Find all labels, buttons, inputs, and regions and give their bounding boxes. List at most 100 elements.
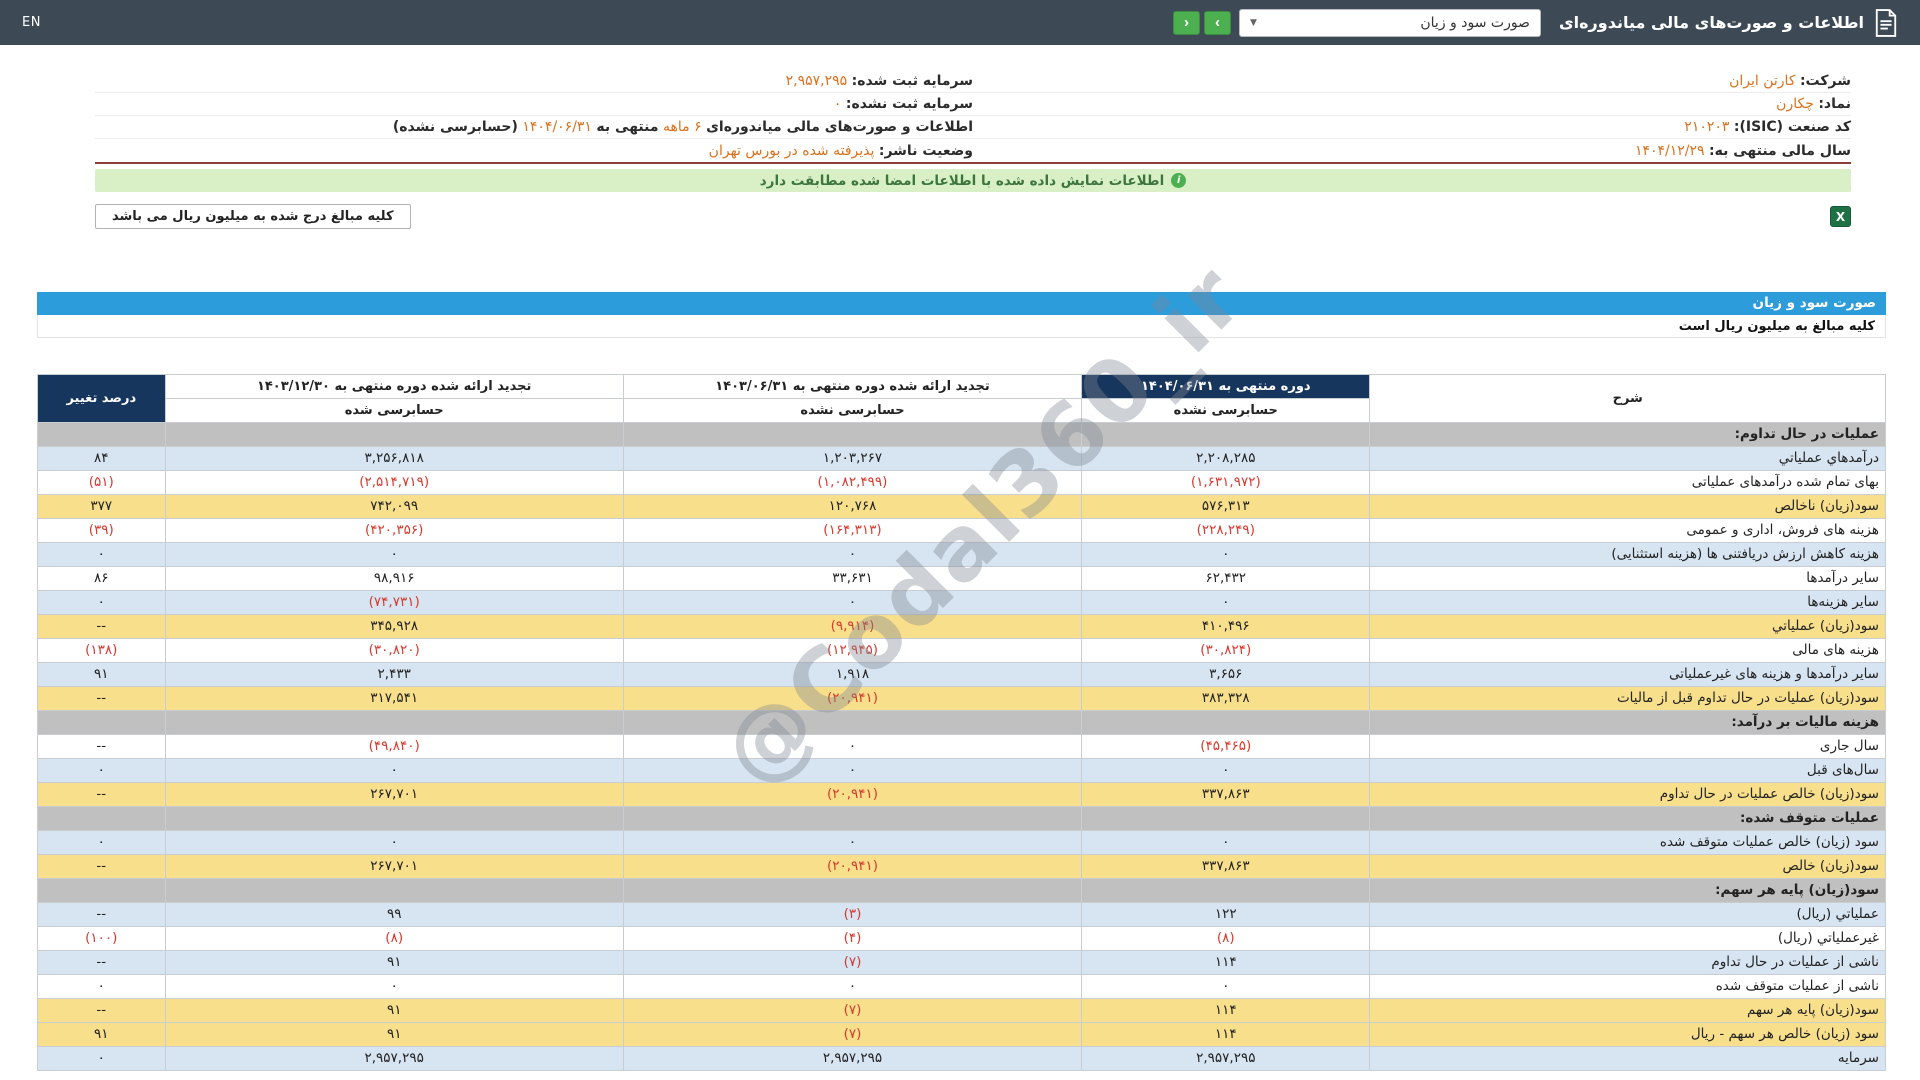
- cell-prev-mid: ۱,۹۱۸: [622, 662, 1083, 687]
- cell-prev-year: ۰: [164, 542, 624, 567]
- cell-current: ۱۱۴: [1081, 998, 1371, 1023]
- cell-prev-mid: (۲۰,۹۴۱): [622, 686, 1083, 711]
- field-value: پذیرفته شده در بورس تهران: [708, 142, 875, 159]
- cell-current: ۰: [1081, 830, 1371, 855]
- field-label: وضعیت ناشر:: [878, 142, 973, 159]
- cell-current: ۱۲۲: [1081, 902, 1371, 927]
- period-date: ۱۴۰۴/۰۶/۳۱: [522, 119, 592, 135]
- row-label: هزینه های فروش، اداری و عمومی: [1369, 518, 1886, 543]
- cell-prev-mid: ۰: [622, 734, 1083, 759]
- row-label: غیرعملیاتي (ریال): [1369, 926, 1886, 951]
- row-label: ناشی از عملیات در حال تداوم: [1369, 950, 1886, 975]
- period-length: ۶ ماهه: [662, 119, 702, 135]
- cell-current: ۰: [1081, 758, 1371, 783]
- section-row: عملیات در حال تداوم:: [37, 422, 1886, 447]
- nav-back-button[interactable]: ‹: [1172, 10, 1200, 35]
- table-row: سود(زیان) پایه هر سهم ۱۱۴ (۷) ۹۱ --: [37, 998, 1886, 1023]
- nav-forward-button[interactable]: ›: [1203, 10, 1231, 35]
- table-row: سال جاری (۴۵,۴۶۵) ۰ (۴۹,۸۴۰) --: [37, 734, 1886, 759]
- cell-change-percent: ۰: [37, 974, 166, 999]
- row-label: سایر درآمدها: [1369, 566, 1886, 591]
- symbol-link[interactable]: چکارن: [1776, 96, 1814, 112]
- language-toggle[interactable]: EN: [22, 15, 41, 30]
- report-type-selected-value: صورت سود و زیان: [1420, 14, 1530, 31]
- cell-prev-mid: (۱۲,۹۴۵): [622, 638, 1083, 663]
- table-header: شرح دوره منتهی به ۱۴۰۴/۰۶/۳۱ تجدید ارائه…: [37, 374, 1886, 423]
- statement-unit-note: کلیه مبالغ به میلیون ریال است: [37, 315, 1886, 338]
- table-row: سود(زیان) خالص ۳۳۷,۸۶۳ (۲۰,۹۴۱) ۲۶۷,۷۰۱ --: [37, 854, 1886, 879]
- cell-prev-mid: ۱,۲۰۳,۲۶۷: [622, 446, 1083, 471]
- col-subheader-prev-year-audit: حسابرسی شده: [164, 398, 624, 423]
- col-subheader-prev-mid-audit: حسابرسی نشده: [622, 398, 1083, 423]
- section-empty-cell: [622, 710, 1083, 735]
- header-row-1: شرح دوره منتهی به ۱۴۰۴/۰۶/۳۱ تجدید ارائه…: [37, 374, 1886, 423]
- section-empty-cell: [164, 710, 624, 735]
- table-row: ناشی از عملیات متوقف شده ۰ ۰ ۰ ۰: [37, 974, 1886, 999]
- excel-export-icon[interactable]: X: [1830, 206, 1851, 227]
- field-label: شرکت:: [1799, 73, 1851, 89]
- info-cell-fiscal-year: سال مالی منتهی به: ۱۴۰۴/۱۲/۲۹: [973, 143, 1851, 159]
- table-row: ناشی از عملیات در حال تداوم ۱۱۴ (۷) ۹۱ --: [37, 950, 1886, 975]
- cell-prev-mid: ۰: [622, 758, 1083, 783]
- section-label: سود(زیان) پایه هر سهم:: [1369, 878, 1886, 903]
- section-empty-cell: [622, 878, 1083, 903]
- cell-prev-year: ۹۸,۹۱۶: [164, 566, 624, 591]
- report-nav-buttons: › ‹: [1172, 10, 1231, 35]
- cell-prev-mid: (۷): [622, 998, 1083, 1023]
- table-row: سود(زیان) ناخالص ۵۷۶,۳۱۳ ۱۲۰,۷۶۸ ۷۴۲,۰۹۹ ۳۷۷: [37, 494, 1886, 519]
- cell-prev-mid: (۴): [622, 926, 1083, 951]
- chevron-down-icon: ▼: [1249, 17, 1257, 28]
- field-label: سال مالی منتهی به:: [1709, 142, 1851, 159]
- cell-change-percent: (۱۳۸): [37, 638, 166, 663]
- info-cell-symbol: نماد: چکارن: [973, 96, 1851, 112]
- top-bar: اطلاعات و صورت‌های مالی میاندوره‌ای صورت…: [0, 0, 1920, 45]
- cell-prev-year: ۰: [164, 974, 624, 999]
- cell-change-percent: --: [37, 998, 166, 1023]
- cell-prev-mid: ۰: [622, 830, 1083, 855]
- statement-table-container: @Codal360_ir شرح دوره منتهی به ۱۴۰۴/۰۶/۳…: [37, 245, 1886, 1071]
- cell-change-percent: --: [37, 950, 166, 975]
- table-row: عملیاتي (ریال) ۱۲۲ (۳) ۹۹ --: [37, 902, 1886, 927]
- field-value: ۲۱۰۲۰۳: [1684, 119, 1730, 135]
- cell-prev-mid: (۲۰,۹۴۱): [622, 854, 1083, 879]
- field-label: نماد:: [1818, 96, 1851, 112]
- cell-change-percent: ۳۷۷: [37, 494, 166, 519]
- cell-change-percent: --: [37, 854, 166, 879]
- cell-prev-mid: (۷): [622, 950, 1083, 975]
- statement-table-body: عملیات در حال تداوم: درآمدهاي عملياتي ۲,۲۰…: [37, 422, 1886, 1071]
- info-row: شرکت: کارتن ایران سرمایه ثبت شده: ۲,۹۵۷,…: [95, 70, 1851, 93]
- cell-prev-year: (۳۰,۸۲۰): [164, 638, 624, 663]
- info-cell-registered-capital: سرمایه ثبت شده: ۲,۹۵۷,۲۹۵: [95, 73, 973, 89]
- cell-prev-year: ۳,۲۵۶,۸۱۸: [164, 446, 624, 471]
- cell-current: (۴۵,۴۶۵): [1081, 734, 1371, 759]
- info-cell-period: اطلاعات و صورت‌های مالی میاندوره‌ای ۶ ما…: [95, 119, 973, 135]
- cell-change-percent: ۰: [37, 1046, 166, 1071]
- cell-change-percent: ۸۶: [37, 566, 166, 591]
- info-row: سال مالی منتهی به: ۱۴۰۴/۱۲/۲۹ وضعیت ناشر…: [95, 139, 1851, 162]
- report-type-dropdown[interactable]: صورت سود و زیان ▼: [1238, 8, 1541, 37]
- section-empty-cell: [1081, 710, 1371, 735]
- table-row: سال‌های قبل ۰ ۰ ۰ ۰: [37, 758, 1886, 783]
- cell-prev-mid: ۳۳,۶۳۱: [622, 566, 1083, 591]
- cell-prev-year: ۰: [164, 758, 624, 783]
- page-title: اطلاعات و صورت‌های مالی میاندوره‌ای: [1558, 13, 1864, 32]
- cell-current: ۱۱۴: [1081, 1022, 1371, 1047]
- cell-prev-year: (۲,۵۱۴,۷۱۹): [164, 470, 624, 495]
- section-row: عملیات متوقف شده:: [37, 806, 1886, 831]
- info-row: نماد: چکارن سرمایه ثبت نشده: ۰: [95, 93, 1851, 116]
- cell-current: ۶۲,۴۳۲: [1081, 566, 1371, 591]
- row-label: سود(زیان) پایه هر سهم: [1369, 998, 1886, 1023]
- row-label: سرمایه: [1369, 1046, 1886, 1071]
- company-info: شرکت: کارتن ایران سرمایه ثبت شده: ۲,۹۵۷,…: [95, 70, 1851, 164]
- col-subheader-current-audit: حسابرسی نشده: [1081, 398, 1371, 423]
- income-statement-table: شرح دوره منتهی به ۱۴۰۴/۰۶/۳۱ تجدید ارائه…: [37, 374, 1886, 1071]
- cell-prev-year: ۳۱۷,۵۴۱: [164, 686, 624, 711]
- section-empty-cell: [164, 878, 624, 903]
- cell-prev-mid: ۲,۹۵۷,۲۹۵: [622, 1046, 1083, 1071]
- cell-prev-year: ۹۹: [164, 902, 624, 927]
- company-link[interactable]: کارتن ایران: [1729, 73, 1795, 89]
- section-empty-cell: [37, 806, 166, 831]
- row-label: هزینه کاهش ارزش دریافتنی ها (هزینه استثن…: [1369, 542, 1886, 567]
- cell-prev-year: ۲,۴۳۳: [164, 662, 624, 687]
- row-label: درآمدهاي عملياتي: [1369, 446, 1886, 471]
